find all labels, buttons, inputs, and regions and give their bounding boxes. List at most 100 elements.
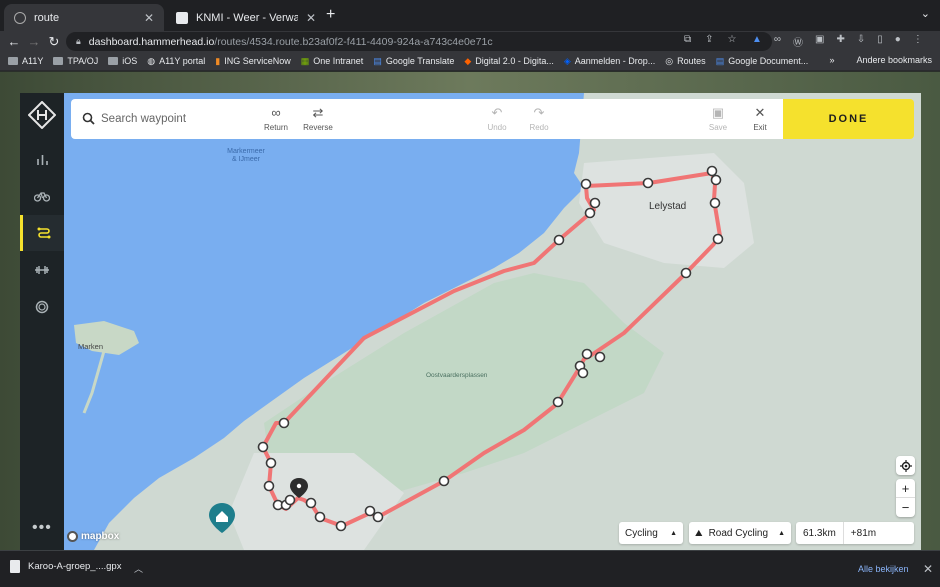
zoom-out-button[interactable]: − [896,498,915,517]
sidebar-item-rides[interactable] [20,178,64,214]
sidebar: ••• [20,93,64,550]
spiral-icon [35,300,49,314]
bookmark-item[interactable]: iOS [108,56,137,66]
waypoint-marker[interactable] [710,174,722,186]
reload-icon[interactable]: ↻ [44,34,64,50]
waypoint-marker[interactable] [594,351,606,363]
back-icon[interactable]: ← [4,34,24,49]
extension-tool-icon[interactable]: ∞ [774,34,781,49]
return-loop-icon: ∞ [271,105,281,120]
share-icon[interactable]: ⇪ [705,34,713,45]
extension-w-icon[interactable]: Ⓦ [793,34,803,49]
folder-icon [53,57,64,65]
url-path: /routes/4534.route.b23af0f2-f411-4409-92… [214,35,493,48]
waypoint-marker[interactable] [278,417,290,429]
waypoint-marker[interactable] [364,505,376,517]
tab-search-icon[interactable]: ⌄ [921,7,930,20]
waypoint-marker[interactable] [265,457,277,469]
waypoint-marker[interactable] [257,441,269,453]
locate-me-button[interactable] [896,456,915,475]
open-in-app-icon[interactable]: ⧉ [684,34,691,45]
tab-knmi[interactable]: KNMI - Weer - Verwachtingen ✕ [166,4,326,31]
exit-button[interactable]: ✕ Exit [738,106,782,133]
browser-toolbar: ← → ↻ 🔒︎ dashboard.hammerhead.io/routes/… [0,31,940,52]
profile-select[interactable]: ⛰︎ Road Cycling ▲ [689,522,791,544]
waypoint-marker[interactable] [706,165,718,177]
tab-close-icon[interactable]: ✕ [144,11,154,25]
undo-button[interactable]: ↶ Undo [475,106,519,133]
return-button[interactable]: ∞ Return [254,105,298,133]
profile-avatar[interactable]: ● [895,34,901,49]
road-icon: ⛰︎ [695,527,703,538]
waypoint-marker[interactable] [284,494,296,506]
extension-triangle-icon[interactable]: ▲ [752,34,762,49]
waypoint-marker[interactable] [553,234,565,246]
waypoint-marker[interactable] [709,197,721,209]
redo-button[interactable]: ↷ Redo [517,106,561,133]
bookmark-item[interactable]: ◍ A11Y portal [147,56,205,67]
waypoint-marker[interactable] [314,511,326,523]
waypoint-marker[interactable] [581,348,593,360]
reverse-button[interactable]: ⇄ Reverse [296,106,340,133]
bookmark-item[interactable]: A11Y [8,56,43,66]
translate-icon: ▤ [373,55,382,66]
tab-close-icon[interactable]: ✕ [306,11,316,25]
waypoint-marker[interactable] [372,511,384,523]
close-icon[interactable]: ✕ [923,562,933,576]
dumbbell-icon [35,266,49,274]
bookmark-item[interactable]: ▦ One Intranet [301,56,364,67]
bookmark-star-icon[interactable]: ☆ [728,34,737,45]
tab-title: route [34,11,60,24]
waypoint-marker[interactable] [580,178,592,190]
side-panel-icon[interactable]: ▯ [877,34,883,49]
done-button[interactable]: DONE [783,99,914,139]
bookmark-item[interactable]: ▤ Google Translate [373,56,454,67]
new-tab-button[interactable]: + [326,6,335,24]
waypoint-marker[interactable] [680,267,692,279]
more-options-icon[interactable]: ••• [32,519,52,537]
show-all-downloads-link[interactable]: Alle bekijken [858,564,909,574]
sidebar-item-stats[interactable] [20,141,64,177]
waypoint-marker[interactable] [335,520,347,532]
bookmark-item[interactable]: TPA/OJ [53,56,98,66]
tab-route[interactable]: route ✕ [4,4,164,31]
download-icon[interactable]: ⇩ [857,34,865,49]
bookmark-item[interactable]: ◎ Routes [665,56,705,67]
waypoint-marker[interactable] [552,396,564,408]
search-waypoint-input[interactable] [101,109,251,129]
dropbox-icon: ◈ [563,55,571,66]
forward-icon[interactable]: → [24,34,44,49]
bookmark-item[interactable]: ▤ Google Document... [716,56,809,67]
bookmark-item[interactable]: ◆ Digital 2.0 - Digita... [464,56,553,67]
hammerhead-logo-icon[interactable] [28,101,56,129]
save-button[interactable]: ▣ Save [696,106,740,133]
extensions-puzzle-icon[interactable]: ✚ [837,34,845,49]
sport-select[interactable]: Cycling ▲ [619,522,683,544]
mapbox-attribution[interactable]: mapbox [67,531,119,542]
waypoint-marker[interactable] [305,497,317,509]
bicycle-icon [34,192,50,202]
waypoint-marker[interactable] [712,233,724,245]
extension-abc-icon[interactable]: ▣ [815,34,824,49]
waypoint-marker[interactable] [577,367,589,379]
other-bookmarks[interactable]: » Andere bookmarks [829,55,932,65]
waypoint-marker[interactable] [589,197,601,209]
zoom-in-button[interactable]: + [896,479,915,498]
chevron-up-icon[interactable]: ︿ [134,562,143,575]
waypoint-marker[interactable] [438,475,450,487]
hammerhead-app: ••• Markermeer & IJmeer Lelystad Marken … [20,93,921,550]
bookmark-item[interactable]: ▮ ING ServiceNow [215,56,290,67]
sidebar-item-routes[interactable] [20,215,64,251]
waypoint-marker[interactable] [642,177,654,189]
download-item[interactable]: Karoo-A-groep_....gpx [10,560,121,573]
browser-menu-icon[interactable]: ⋮ [913,34,923,49]
bar-chart-icon [36,154,48,165]
sidebar-item-progress[interactable] [20,289,64,325]
zoom-controls: + − [896,479,915,517]
route-map[interactable]: Markermeer & IJmeer Lelystad Marken Oost… [64,93,921,550]
waypoint-marker[interactable] [584,207,596,219]
bookmark-item[interactable]: ◈ Aanmelden - Drop... [564,56,655,67]
sidebar-item-workouts[interactable] [20,252,64,288]
address-bar[interactable]: 🔒︎ dashboard.hammerhead.io/routes/4534.r… [66,32,772,51]
waypoint-marker[interactable] [263,480,275,492]
